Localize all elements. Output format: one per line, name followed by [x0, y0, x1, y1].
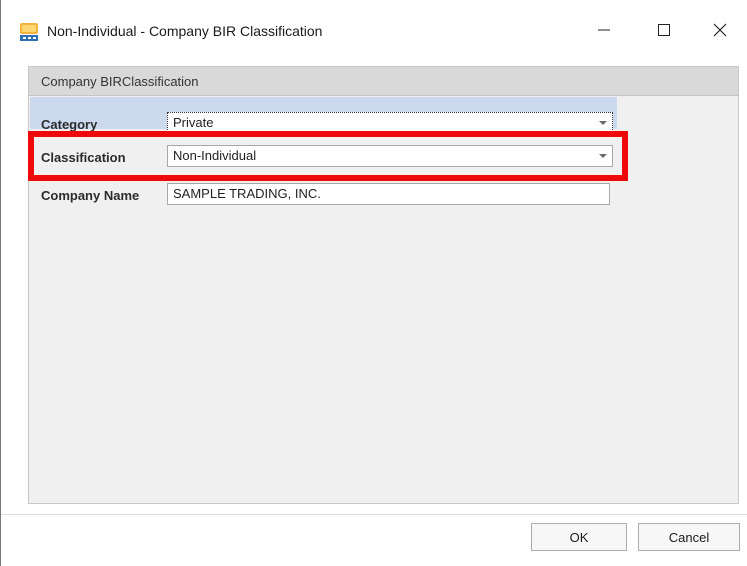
panel-header-label: Company BIRClassification [41, 74, 199, 89]
maximize-icon [657, 23, 671, 42]
title-bar: Non-Individual - Company BIR Classificat… [1, 0, 747, 62]
category-value: Private [173, 115, 214, 130]
maximize-button[interactable] [641, 14, 687, 50]
classification-label: Classification [41, 150, 126, 165]
close-icon [713, 23, 727, 42]
dialog-window: Non-Individual - Company BIR Classificat… [0, 0, 747, 566]
footer-divider [1, 514, 747, 515]
company-name-label: Company Name [41, 188, 140, 203]
panel-header: Company BIRClassification [29, 67, 738, 96]
company-name-value: SAMPLE TRADING, INC. [173, 186, 321, 201]
classification-dropdown[interactable]: Non-Individual [167, 145, 613, 167]
window-title: Non-Individual - Company BIR Classificat… [47, 23, 323, 39]
bir-app-icon [19, 22, 39, 42]
cancel-button[interactable]: Cancel [638, 523, 740, 551]
category-label: Category [41, 117, 98, 132]
chevron-down-icon[interactable] [599, 154, 607, 158]
close-button[interactable] [697, 14, 743, 50]
category-dropdown[interactable]: Private [167, 112, 613, 134]
minimize-button[interactable] [581, 14, 627, 50]
chevron-down-icon[interactable] [599, 121, 607, 125]
ok-button[interactable]: OK [531, 523, 627, 551]
minimize-icon [597, 23, 611, 42]
company-name-field[interactable]: SAMPLE TRADING, INC. [167, 183, 610, 205]
classification-value: Non-Individual [173, 148, 257, 163]
